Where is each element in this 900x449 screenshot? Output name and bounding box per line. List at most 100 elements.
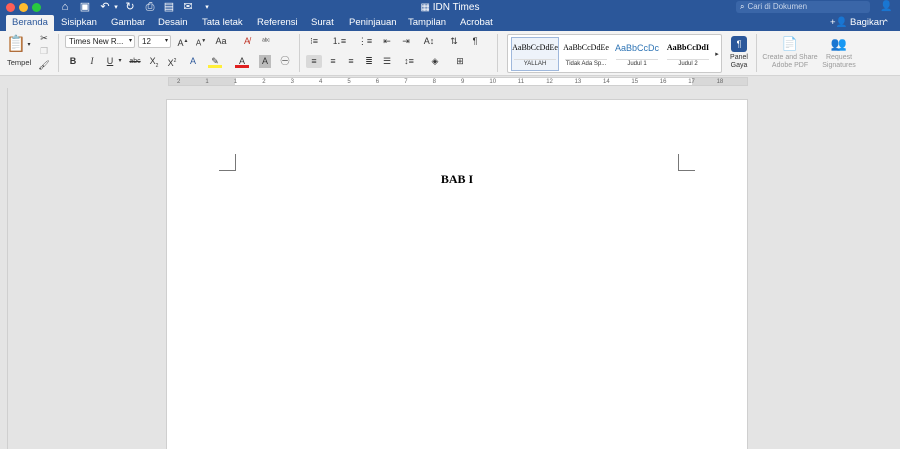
print-icon[interactable]: ⎙ bbox=[143, 0, 157, 15]
close-window-button[interactable] bbox=[6, 3, 15, 12]
user-icon[interactable]: 👤 bbox=[880, 1, 892, 13]
document-page[interactable]: BAB I bbox=[166, 99, 748, 449]
styles-pane-label-2: Gaya bbox=[730, 62, 748, 69]
horizontal-ruler[interactable]: 2 1 1 2 3 4 5 6 7 8 9 10 11 12 13 14 15 16 17 18 bbox=[0, 76, 900, 88]
customize-toolbar-icon[interactable]: ▾ bbox=[202, 0, 212, 15]
cut-icon[interactable]: ✂ bbox=[38, 32, 50, 45]
document-icon[interactable]: ▤ bbox=[162, 0, 176, 15]
text-direction-icon[interactable]: A↕ bbox=[422, 35, 436, 48]
highlight-icon[interactable]: ✎ bbox=[208, 55, 222, 68]
ruler-number: 2 bbox=[177, 79, 181, 85]
ruler-number: 12 bbox=[546, 79, 553, 85]
character-shading-icon[interactable]: A bbox=[259, 55, 271, 68]
bullets-icon[interactable]: ⁝≡ bbox=[305, 35, 323, 48]
paste-dropdown-icon[interactable]: ▾ bbox=[25, 39, 33, 52]
tab-tampilan[interactable]: Tampilan bbox=[402, 15, 452, 31]
font-size-select[interactable]: 12 ▾ bbox=[138, 35, 171, 48]
zoom-window-button[interactable] bbox=[32, 3, 41, 12]
save-icon[interactable]: ▣ bbox=[78, 0, 92, 15]
undo-dropdown-icon[interactable]: ▾ bbox=[112, 0, 120, 15]
font-color-icon[interactable]: A bbox=[235, 55, 249, 68]
borders-icon[interactable]: ⊞ bbox=[451, 55, 469, 68]
document-heading[interactable]: BAB I bbox=[167, 172, 747, 187]
shading-icon[interactable]: ◈ bbox=[427, 55, 443, 68]
styles-pane-button[interactable]: ¶ Panel Gaya bbox=[726, 36, 752, 70]
tab-gambar[interactable]: Gambar bbox=[105, 15, 151, 31]
clear-formatting-icon[interactable]: A̸ bbox=[239, 35, 255, 48]
tab-surat[interactable]: Surat bbox=[305, 15, 340, 31]
divider bbox=[756, 34, 757, 72]
request-signatures-button[interactable]: 👥 Request Signatures bbox=[816, 36, 862, 70]
increase-indent-icon[interactable]: ⇥ bbox=[399, 35, 413, 48]
shrink-font-icon[interactable]: A▼ bbox=[193, 35, 209, 48]
mail-icon[interactable]: ✉ bbox=[181, 0, 195, 15]
chevron-down-icon: ▾ bbox=[128, 38, 132, 44]
ruler-number: 7 bbox=[404, 79, 408, 85]
search-input[interactable]: ⌕ Cari di Dokumen bbox=[736, 1, 870, 13]
spelling-icon[interactable]: ᵃᵇᶜ bbox=[259, 35, 273, 48]
search-icon: ⌕ bbox=[740, 2, 745, 11]
styles-gallery: AaBbCcDdEe YALLAH AaBbCcDdEe Tidak Ada S… bbox=[507, 34, 722, 73]
strikethrough-icon[interactable]: abc bbox=[127, 55, 143, 68]
align-left-icon[interactable]: ≡ bbox=[306, 55, 322, 68]
tab-referensi[interactable]: Referensi bbox=[251, 15, 304, 31]
grow-font-icon[interactable]: A▲ bbox=[175, 35, 191, 48]
crop-mark-top-right bbox=[678, 154, 695, 171]
bold-icon[interactable]: B bbox=[67, 55, 79, 68]
ruler-number: 6 bbox=[375, 79, 380, 85]
tab-tata-letak[interactable]: Tata letak bbox=[196, 15, 249, 31]
font-name-select[interactable]: Times New R... ▾ bbox=[65, 35, 135, 48]
copy-icon[interactable]: ❐ bbox=[38, 45, 50, 58]
add-person-icon: +👤 bbox=[830, 17, 851, 28]
style-heading-1[interactable]: AaBbCcDc Judul 1 bbox=[613, 37, 661, 71]
align-right-icon[interactable]: ≡ bbox=[344, 55, 358, 68]
decrease-indent-icon[interactable]: ⇤ bbox=[380, 35, 394, 48]
style-yallah[interactable]: AaBbCcDdEe YALLAH bbox=[511, 37, 559, 71]
crop-mark-top-left bbox=[219, 154, 236, 171]
superscript-icon[interactable]: X2 bbox=[165, 55, 179, 68]
italic-icon[interactable]: I bbox=[86, 55, 98, 68]
underline-dropdown-icon[interactable]: ▾ bbox=[117, 55, 123, 68]
collapse-ribbon-icon[interactable]: ⌃ bbox=[882, 15, 890, 31]
home-icon[interactable]: ⌂ bbox=[58, 0, 72, 15]
ruler-number: 3 bbox=[290, 79, 294, 85]
word-doc-icon: ▦ bbox=[420, 2, 433, 13]
style-no-spacing[interactable]: AaBbCcDdEe Tidak Ada Sp... bbox=[562, 37, 610, 71]
align-center-icon[interactable]: ≡ bbox=[326, 55, 340, 68]
line-spacing-icon[interactable]: ↕≡ bbox=[401, 55, 417, 68]
style-name: Judul 2 bbox=[667, 59, 709, 68]
underline-icon[interactable]: U bbox=[104, 55, 116, 68]
style-heading-2[interactable]: AaBbCcDdI Judul 2 bbox=[664, 37, 712, 71]
ribbon-tabs: Beranda Sisipkan Gambar Desain Tata leta… bbox=[0, 15, 900, 31]
tab-desain[interactable]: Desain bbox=[152, 15, 194, 31]
multilevel-list-icon[interactable]: ⋮≡ bbox=[356, 35, 374, 48]
ruler-number: 8 bbox=[432, 79, 436, 85]
show-formatting-icon[interactable]: ¶ bbox=[468, 35, 482, 48]
tab-beranda[interactable]: Beranda bbox=[6, 15, 54, 31]
ruler-number: 2 bbox=[262, 79, 266, 85]
minimize-window-button[interactable] bbox=[19, 3, 28, 12]
ruler-strip: 2 1 1 2 3 4 5 6 7 8 9 10 11 12 13 14 15 16 17 18 bbox=[168, 77, 748, 86]
signatures-label-1: Request bbox=[825, 54, 853, 61]
tab-peninjauan[interactable]: Peninjauan bbox=[343, 15, 403, 31]
subscript-icon[interactable]: X2 bbox=[147, 55, 161, 69]
paste-icon[interactable]: 📋 bbox=[6, 34, 26, 56]
text-effects-icon[interactable]: A bbox=[186, 55, 200, 68]
enclose-characters-icon[interactable]: ㊀ bbox=[278, 55, 292, 68]
justify-icon[interactable]: ≣ bbox=[362, 55, 376, 68]
redo-icon[interactable]: ↻ bbox=[123, 0, 137, 15]
sort-icon[interactable]: ⇅ bbox=[447, 35, 461, 48]
font-name-value: Times New R... bbox=[69, 37, 124, 46]
ruler-number: 1 bbox=[233, 79, 238, 85]
undo-icon[interactable]: ↶ bbox=[98, 0, 112, 15]
change-case-icon[interactable]: Aa bbox=[214, 35, 228, 48]
format-painter-icon[interactable]: 🖌 bbox=[38, 59, 50, 72]
vertical-ruler[interactable] bbox=[0, 88, 8, 449]
numbering-icon[interactable]: ⒈≡ bbox=[330, 35, 348, 48]
tab-sisipkan[interactable]: Sisipkan bbox=[55, 15, 103, 31]
share-button[interactable]: +👤 Bagikan bbox=[830, 15, 884, 31]
gallery-next-icon[interactable]: ▸ bbox=[713, 48, 721, 61]
tab-acrobat[interactable]: Acrobat bbox=[454, 15, 499, 31]
create-adobe-pdf-button[interactable]: 📄 Create and Share Adobe PDF bbox=[760, 36, 820, 70]
distributed-icon[interactable]: ☰ bbox=[380, 55, 394, 68]
